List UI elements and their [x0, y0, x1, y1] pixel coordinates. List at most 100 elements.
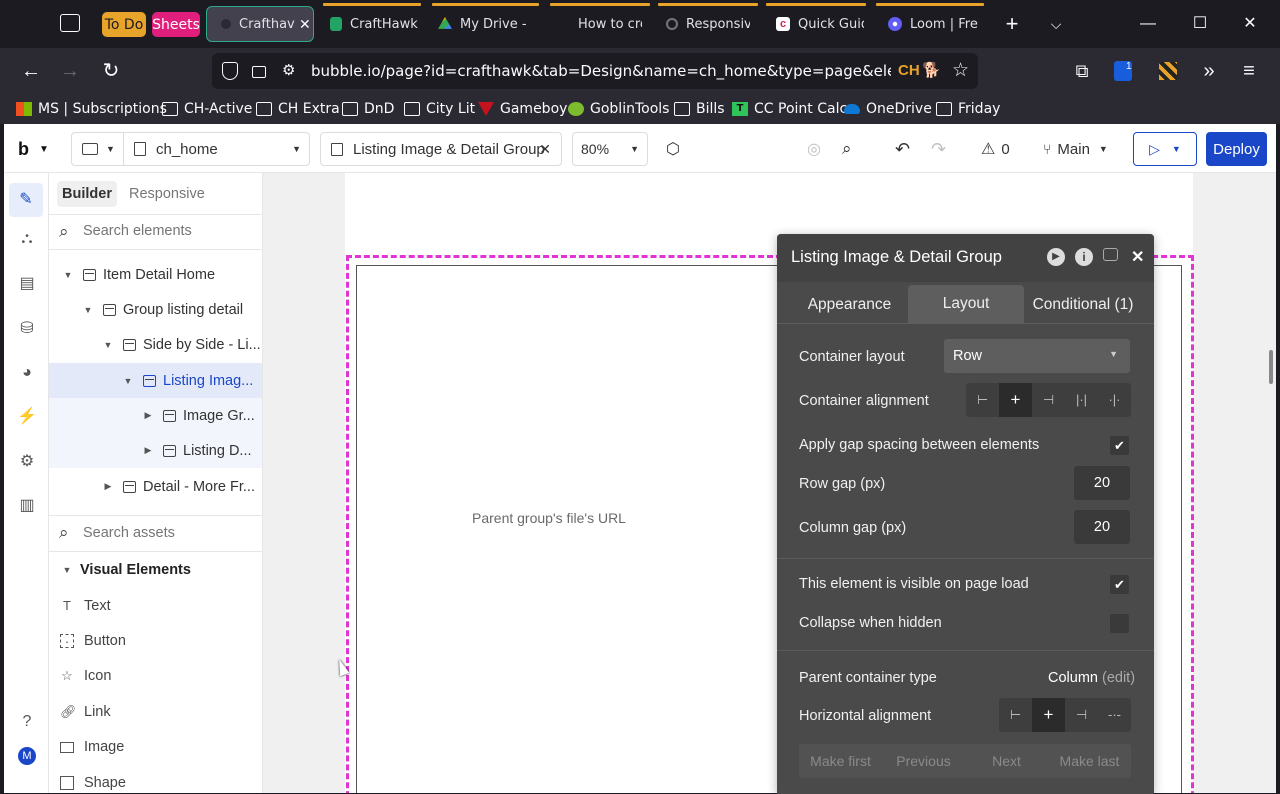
collapse-when-hidden-checkbox[interactable]	[1110, 614, 1129, 633]
h-align-center-icon[interactable]: +	[1032, 698, 1065, 732]
address-bar[interactable]: ⚙ bubble.io/page?id=crafthawk&tab=Design…	[212, 53, 978, 89]
tree-item-detail-more[interactable]: ▶ Detail - More Fr...	[101, 469, 255, 504]
forward-icon[interactable]: →	[56, 57, 84, 85]
tree-item-listing-image-selected[interactable]: ▼ Listing Imag...	[121, 363, 254, 398]
search-assets-input[interactable]	[83, 525, 253, 541]
close-window-icon[interactable]: ✕	[1238, 12, 1262, 36]
extension-pattern-icon[interactable]	[1154, 57, 1182, 85]
tab-layout[interactable]: Layout	[908, 285, 1024, 323]
next-button[interactable]: Next	[965, 744, 1048, 778]
bookmark-ch-active[interactable]: CH-Active	[162, 98, 252, 120]
tab-crafthawk-active[interactable]: Crafthav ✕	[206, 6, 314, 42]
caret-down-icon[interactable]: ▼	[61, 270, 75, 280]
bookmark-dnd[interactable]: DnD	[342, 98, 394, 120]
comment-icon[interactable]	[1103, 248, 1118, 261]
tree-item-item-detail-home[interactable]: ▼ Item Detail Home	[61, 257, 215, 292]
visual-element-icon[interactable]: ☆ Icon	[60, 664, 111, 688]
search-icon[interactable]: ⌕	[842, 132, 852, 166]
align-left-icon[interactable]: ⊢	[966, 383, 999, 417]
previous-button[interactable]: Previous	[882, 744, 965, 778]
visual-elements-header[interactable]: ▼ Visual Elements	[60, 558, 191, 582]
styles-layout-icon[interactable]: ▤	[15, 272, 39, 296]
page-selector[interactable]: ch_home ▼	[123, 132, 310, 166]
property-editor-header[interactable]: Listing Image & Detail Group ▶ i ✕	[777, 234, 1154, 282]
bitwarden-icon[interactable]: 1	[1110, 57, 1138, 85]
shield-icon[interactable]	[222, 62, 238, 80]
bookmark-city-lit[interactable]: City Lit	[404, 98, 475, 120]
row-gap-input[interactable]: 20	[1074, 466, 1130, 500]
redo-icon[interactable]: ↷	[931, 132, 946, 166]
caret-right-icon[interactable]: ▶	[141, 445, 155, 456]
visual-element-button[interactable]: · Button	[60, 629, 126, 653]
issues-button[interactable]: ⚠ 0	[981, 132, 1010, 166]
bookmark-onedrive[interactable]: OneDrive	[844, 98, 932, 120]
cube-icon[interactable]: ⬡	[666, 132, 680, 166]
reload-icon[interactable]: ↻	[97, 57, 125, 85]
settings-gear-icon[interactable]: ⚙	[15, 450, 39, 474]
tab-crafthawk[interactable]: CraftHawk	[330, 6, 420, 42]
bookmark-cc-point-calc[interactable]: T CC Point Calc	[732, 98, 847, 120]
workflow-icon[interactable]: ⛬	[15, 227, 39, 251]
styles-palette-icon[interactable]: ◕	[15, 361, 39, 385]
plugins-icon[interactable]: ⚡	[15, 405, 39, 429]
container-layout-dropdown[interactable]: Row ▼	[944, 339, 1130, 373]
edit-parent-type-link[interactable]: (edit)	[1102, 670, 1135, 686]
make-last-button[interactable]: Make last	[1048, 744, 1131, 778]
play-circle-icon[interactable]: ▶	[1047, 248, 1065, 266]
design-pencil-icon[interactable]: ✎	[9, 183, 43, 217]
bookmark-gameboy[interactable]: Gameboy	[478, 98, 567, 120]
bookmark-bills[interactable]: Bills	[674, 98, 725, 120]
hamburger-menu-icon[interactable]: ≡	[1235, 57, 1263, 85]
h-align-left-icon[interactable]: ⊢	[999, 698, 1032, 732]
search-assets[interactable]: ⌕	[49, 515, 262, 552]
tab-overview-icon[interactable]	[60, 14, 80, 32]
deploy-button[interactable]: Deploy	[1206, 132, 1267, 166]
h-align-right-icon[interactable]: ⊣	[1065, 698, 1098, 732]
tree-item-group-listing-detail[interactable]: ▼ Group listing detail	[81, 292, 244, 327]
tab-my-drive[interactable]: My Drive -	[438, 6, 538, 42]
tab-group-todo[interactable]: To Do	[102, 12, 146, 37]
tree-item-image-group[interactable]: ▶ Image Gr...	[141, 398, 255, 433]
canvas-scrollbar[interactable]	[1269, 350, 1273, 384]
visual-element-text[interactable]: T Text	[60, 594, 111, 618]
search-elements-input[interactable]	[83, 223, 253, 239]
tab-how-to[interactable]: How to cre	[556, 6, 646, 42]
info-icon[interactable]: i	[1075, 248, 1093, 266]
make-first-button[interactable]: Make first	[799, 744, 882, 778]
close-icon[interactable]: ✕	[539, 141, 551, 158]
align-space-between-icon[interactable]: |·|	[1065, 383, 1098, 417]
tab-group-sheets[interactable]: Sheets	[152, 12, 200, 37]
back-icon[interactable]: ←	[17, 57, 45, 85]
bubble-logo-menu[interactable]: b ▼	[18, 132, 49, 166]
align-right-icon[interactable]: ⊣	[1032, 383, 1065, 417]
tab-responsive[interactable]: Responsive	[666, 6, 756, 42]
caret-down-icon[interactable]: ▼	[101, 340, 115, 350]
caret-down-icon[interactable]: ▼	[81, 305, 95, 315]
visible-on-load-checkbox[interactable]: ✔	[1110, 575, 1129, 594]
checkmark-circle-icon[interactable]: ◎	[807, 132, 821, 166]
logs-chart-icon[interactable]: ▥	[15, 494, 39, 518]
new-tab-icon[interactable]: +	[1000, 12, 1024, 36]
url-text[interactable]: bubble.io/page?id=crafthawk&tab=Design&n…	[311, 62, 891, 80]
align-space-around-icon[interactable]: ·|·	[1098, 383, 1131, 417]
bookmark-star-icon[interactable]: ☆	[952, 59, 969, 82]
visual-element-image[interactable]: Image	[60, 735, 124, 759]
url-badge[interactable]: CH	[898, 62, 920, 79]
tab-appearance[interactable]: Appearance	[791, 286, 908, 323]
branch-selector[interactable]: ⑂ Main ▼	[1043, 132, 1108, 166]
extensions-icon[interactable]: ⧉	[1068, 57, 1096, 85]
close-icon[interactable]: ✕	[1131, 247, 1144, 267]
column-gap-input[interactable]: 20	[1074, 510, 1130, 544]
lock-icon[interactable]	[252, 66, 266, 78]
maximize-icon[interactable]: ☐	[1188, 12, 1212, 36]
preview-button[interactable]: ▷ ▼	[1133, 132, 1197, 166]
h-align-stretch-icon[interactable]: -·-	[1098, 698, 1131, 732]
tab-list-chevron-icon[interactable]: ⌵	[1044, 12, 1068, 36]
minimize-icon[interactable]: —	[1136, 12, 1160, 36]
help-icon[interactable]: ?	[15, 710, 39, 734]
zoom-selector[interactable]: 80% ▼	[572, 132, 648, 166]
tab-loom[interactable]: Loom | Fre	[888, 6, 983, 42]
bookmark-goblintools[interactable]: GoblinTools	[568, 98, 669, 120]
device-preview-button[interactable]: ▼	[71, 132, 123, 166]
align-center-icon[interactable]: +	[999, 383, 1032, 417]
